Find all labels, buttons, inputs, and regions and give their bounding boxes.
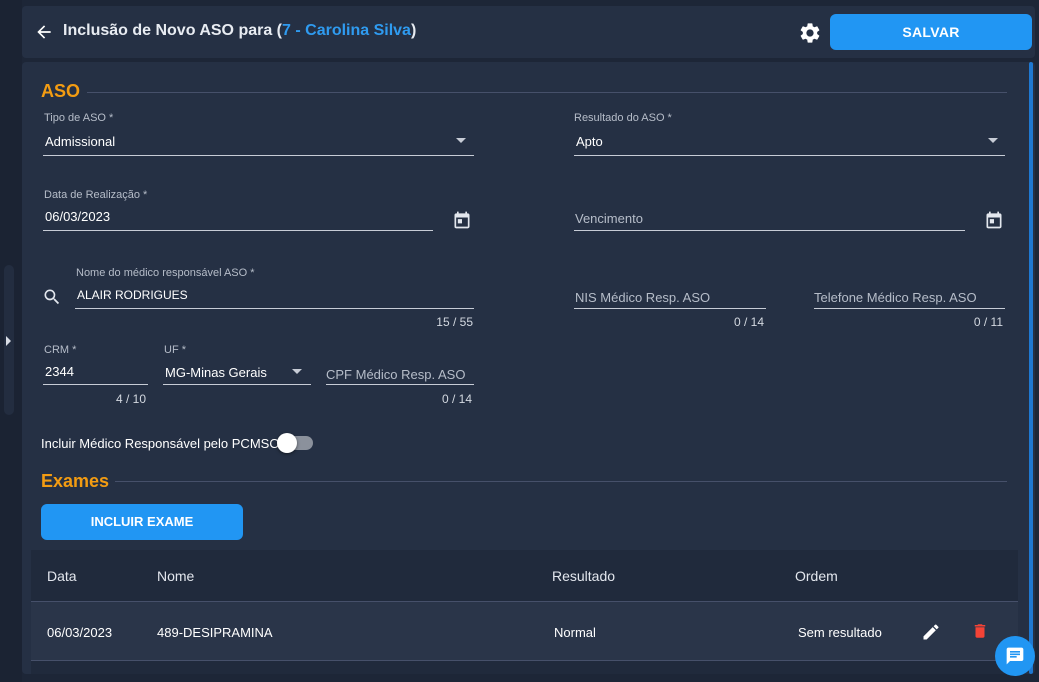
telefone-underline	[814, 308, 1005, 309]
left-rail	[0, 0, 22, 682]
crm-label: CRM *	[44, 344, 77, 356]
employee-name-link[interactable]: 7 - Carolina Silva	[282, 22, 411, 39]
tipo-aso-underline	[43, 155, 474, 156]
cpf-input[interactable]: CPF Médico Resp. ASO	[326, 367, 465, 382]
data-realizacao-underline	[43, 230, 433, 231]
title-prefix: Inclusão de Novo ASO para (	[63, 22, 283, 39]
gear-icon[interactable]	[798, 21, 822, 45]
chat-button[interactable]	[995, 636, 1035, 676]
exams-table: Data Nome Resultado Ordem 06/03/2023 489…	[31, 550, 1018, 674]
cell-ordem: Sem resultado	[798, 625, 882, 640]
form-panel: ASO Tipo de ASO * Admissional Resultado …	[22, 62, 1035, 674]
calendar-icon[interactable]	[452, 209, 472, 231]
cell-resultado: Normal	[554, 625, 596, 640]
data-realizacao-input[interactable]: 06/03/2023	[45, 209, 110, 224]
telefone-counter: 0 / 11	[973, 315, 1003, 329]
resultado-aso-label: Resultado do ASO *	[574, 112, 672, 124]
medico-label: Nome do médico responsável ASO *	[76, 267, 255, 279]
cell-nome: 489-DESIPRAMINA	[157, 625, 273, 640]
medico-counter: 15 / 55	[436, 315, 473, 329]
table-header: Data Nome Resultado Ordem	[31, 550, 1018, 601]
aso-section-divider	[87, 92, 1007, 93]
cpf-underline	[326, 384, 474, 385]
uf-underline	[163, 384, 311, 385]
column-header-nome[interactable]: Nome	[157, 568, 194, 584]
chat-icon	[1006, 647, 1024, 665]
vencimento-underline	[574, 230, 965, 231]
medico-input[interactable]: ALAIR RODRIGUES	[77, 288, 188, 302]
cpf-counter: 0 / 14	[441, 392, 472, 406]
data-realizacao-label: Data de Realização *	[44, 189, 148, 201]
exames-section-title: Exames	[41, 471, 110, 491]
uf-label: UF *	[164, 344, 186, 356]
scrollbar[interactable]	[1029, 62, 1033, 674]
edit-icon[interactable]	[921, 622, 941, 642]
tipo-aso-label: Tipo de ASO *	[44, 112, 114, 124]
save-button[interactable]: SALVAR	[830, 14, 1032, 50]
crm-input[interactable]: 2344	[45, 364, 74, 379]
table-row-divider	[31, 660, 1018, 661]
pcmso-toggle-knob[interactable]	[277, 433, 297, 453]
nis-input[interactable]: NIS Médico Resp. ASO	[575, 290, 710, 305]
expand-arrow-icon[interactable]	[6, 336, 11, 346]
include-exam-button[interactable]: INCLUIR EXAME	[41, 504, 243, 540]
aso-section-title: ASO	[41, 81, 81, 101]
page-title: Inclusão de Novo ASO para (7 - Carolina …	[63, 22, 416, 40]
chevron-down-icon[interactable]	[988, 138, 998, 143]
medico-underline	[75, 308, 474, 309]
column-header-ordem[interactable]: Ordem	[795, 568, 838, 584]
chevron-down-icon[interactable]	[292, 369, 302, 374]
nis-counter: 0 / 14	[733, 315, 764, 329]
delete-icon[interactable]	[971, 621, 989, 641]
vencimento-input[interactable]: Vencimento	[575, 211, 643, 226]
uf-select[interactable]: MG-Minas Gerais	[165, 365, 267, 380]
resultado-aso-underline	[574, 155, 1005, 156]
crm-counter: 4 / 10	[115, 392, 146, 406]
nis-underline	[574, 308, 766, 309]
crm-underline	[43, 384, 148, 385]
telefone-input[interactable]: Telefone Médico Resp. ASO	[814, 290, 977, 305]
pcmso-toggle-label: Incluir Médico Responsável pelo PCMSO	[41, 436, 280, 451]
exames-section-divider	[115, 481, 1007, 482]
cell-data: 06/03/2023	[47, 625, 113, 640]
calendar-icon[interactable]	[984, 209, 1004, 231]
column-header-resultado[interactable]: Resultado	[552, 568, 615, 584]
resultado-aso-select[interactable]: Apto	[576, 134, 603, 149]
tipo-aso-select[interactable]: Admissional	[45, 134, 115, 149]
page-header: Inclusão de Novo ASO para (7 - Carolina …	[22, 6, 1035, 58]
column-header-data[interactable]: Data	[47, 568, 77, 584]
chevron-down-icon[interactable]	[456, 138, 466, 143]
search-icon[interactable]	[42, 287, 62, 307]
table-row[interactable]: 06/03/2023 489-DESIPRAMINA Normal Sem re…	[31, 602, 1018, 660]
back-arrow-icon[interactable]	[34, 22, 54, 42]
title-suffix: )	[410, 22, 417, 39]
